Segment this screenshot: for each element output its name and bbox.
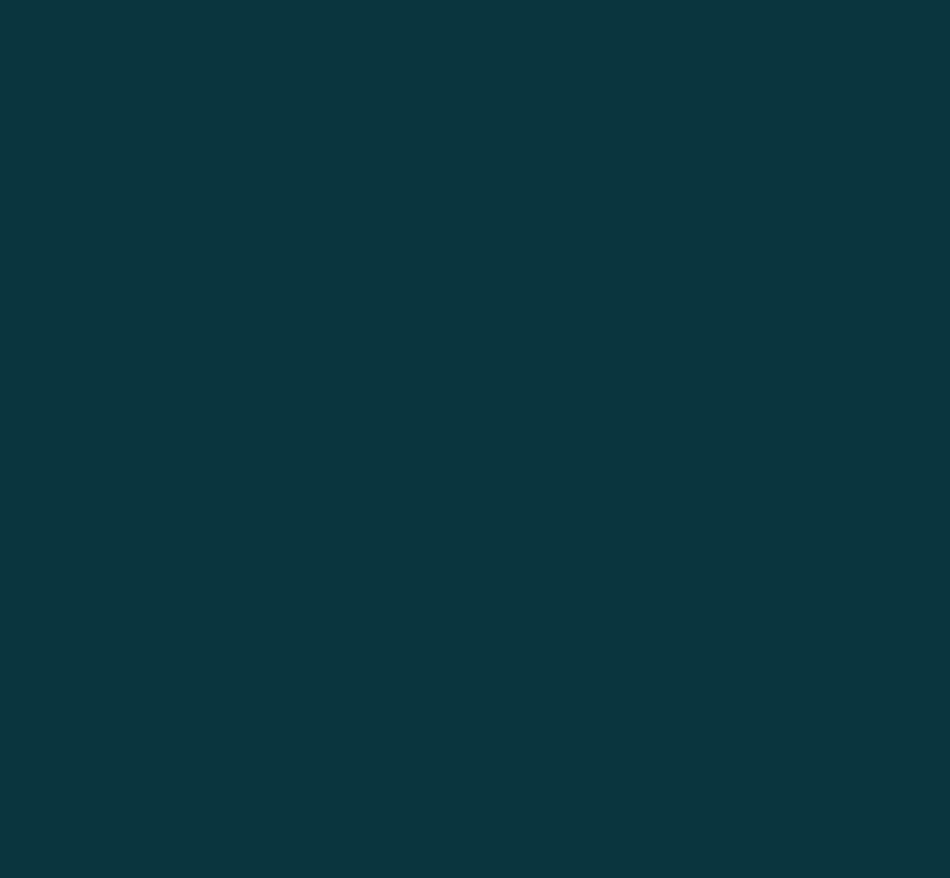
terminal[interactable] bbox=[0, 0, 950, 1]
